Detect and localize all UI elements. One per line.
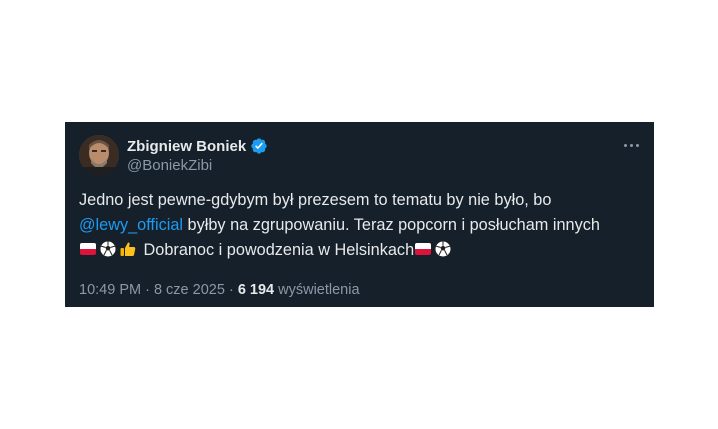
poland-flag-icon — [414, 240, 432, 258]
views-label: wyświetlenia — [274, 282, 360, 298]
tweet-text-line2: byłby na zgrupowaniu. Teraz popcorn i po… — [183, 216, 600, 234]
views-count: 6 194 — [237, 282, 275, 298]
tweet-card[interactable]: Zbigniew Boniek @BoniekZibi Jedno jest p… — [65, 122, 654, 307]
meta-separator: · — [141, 282, 154, 298]
tweet-date[interactable]: 8 cze 2025 — [154, 282, 225, 298]
tweet-time[interactable]: 10:49 PM — [79, 282, 141, 298]
author-name[interactable]: Zbigniew Boniek — [127, 138, 246, 155]
verified-badge-icon — [250, 137, 268, 155]
mention-link[interactable]: @lewy_official — [79, 216, 183, 234]
tweet-text-line1: Jedno jest pewne-gdybym był prezesem to … — [79, 191, 552, 209]
tweet-text-line3: Dobranoc i powodzenia w Helsinkach — [139, 241, 415, 259]
tweet-text: Jedno jest pewne-gdybym był prezesem to … — [79, 188, 644, 263]
author-name-row: Zbigniew Boniek — [127, 137, 268, 155]
tweet-meta: 10:49 PM · 8 cze 2025 · 6 194 wyświetlen… — [79, 282, 360, 298]
meta-separator: · — [224, 282, 238, 298]
soccer-ball-icon — [99, 240, 117, 258]
more-options-icon[interactable] — [624, 140, 642, 150]
author-avatar[interactable] — [79, 135, 119, 175]
author-handle[interactable]: @BoniekZibi — [127, 157, 212, 174]
poland-flag-icon — [79, 240, 97, 258]
thumbs-up-icon — [119, 240, 137, 258]
soccer-ball-icon — [434, 240, 452, 258]
